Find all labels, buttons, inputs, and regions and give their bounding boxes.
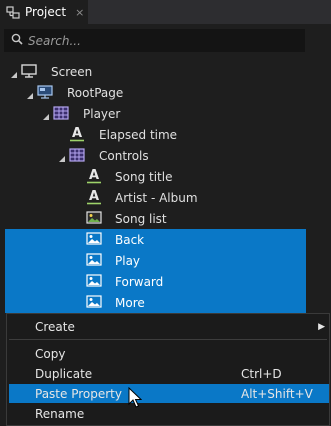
menu-item-rename[interactable]: Rename — [7, 404, 329, 423]
expanded-arrow-icon[interactable] — [26, 89, 34, 99]
text-icon: A — [86, 189, 102, 205]
expanded-arrow-icon[interactable] — [10, 68, 18, 78]
tree-item-label: More — [115, 295, 145, 310]
tree-item-label: RootPage — [67, 85, 124, 100]
submenu-arrow-icon: ▶ — [318, 321, 325, 332]
menu-item-shortcut: Alt+Shift+V — [241, 386, 313, 401]
tree-item-label: Song title — [115, 169, 173, 184]
tree-item-player[interactable]: Player — [0, 103, 331, 124]
close-icon[interactable]: × — [75, 6, 84, 19]
image-icon — [86, 253, 102, 267]
tree-item-label: Controls — [99, 148, 149, 163]
image-icon — [86, 295, 102, 309]
grid-layout-icon — [53, 106, 69, 120]
svg-text:A: A — [89, 189, 99, 204]
monitor-icon — [21, 64, 37, 78]
mouse-cursor-icon — [128, 386, 143, 409]
menu-item-create[interactable]: Create ▶ — [7, 317, 329, 336]
grid-layout-icon — [69, 148, 85, 162]
menu-item-copy[interactable]: Copy — [7, 344, 329, 363]
tree-item-forward[interactable]: Forward — [5, 271, 306, 292]
svg-text:A: A — [72, 126, 82, 141]
menu-item-label: Rename — [35, 406, 85, 421]
tree-item-artist-album[interactable]: A Artist - Album — [0, 187, 331, 208]
search-box[interactable] — [4, 29, 305, 52]
tab-project[interactable]: Project × — [0, 0, 88, 24]
menu-item-duplicate[interactable]: Duplicate Ctrl+D — [7, 364, 329, 383]
search-icon — [11, 33, 23, 48]
panel-title: Project — [25, 5, 67, 19]
menu-item-paste-property[interactable]: Paste Property Alt+Shift+V — [9, 384, 329, 403]
tree-item-back[interactable]: Back — [5, 229, 306, 250]
tree-item-label: Artist - Album — [115, 190, 198, 205]
menu-item-label: Paste Property — [35, 386, 122, 401]
tree-item-label: Song list — [115, 211, 167, 226]
tree-item-label: Play — [115, 253, 141, 268]
project-icon — [6, 5, 20, 19]
menu-item-label: Copy — [35, 346, 66, 361]
tree-item-song-title[interactable]: A Song title — [0, 166, 331, 187]
tree-item-label: Player — [83, 106, 121, 121]
expanded-arrow-icon[interactable] — [42, 110, 50, 120]
panel-tabstrip: Project × — [0, 0, 331, 24]
svg-text:A: A — [89, 168, 99, 183]
menu-item-label: Create — [35, 319, 75, 334]
tree-item-song-list[interactable]: Song list — [0, 208, 331, 229]
page-icon — [37, 85, 53, 99]
tree-item-screen[interactable]: Screen — [0, 61, 331, 82]
image-icon — [86, 211, 102, 225]
tree-item-more[interactable]: More — [5, 292, 306, 313]
tree-item-controls[interactable]: Controls — [0, 145, 331, 166]
tree-item-label: Elapsed time — [99, 127, 178, 142]
menu-item-shortcut: Ctrl+D — [241, 366, 282, 381]
tree-item-play[interactable]: Play — [5, 250, 306, 271]
expanded-arrow-icon[interactable] — [58, 152, 66, 162]
tree-item-elapsed-time[interactable]: A Elapsed time — [0, 124, 331, 145]
context-menu: Create ▶ Copy Duplicate Ctrl+D Paste Pro… — [6, 313, 330, 426]
tree-item-rootpage[interactable]: RootPage — [0, 82, 331, 103]
menu-item-label: Duplicate — [35, 366, 93, 381]
text-icon: A — [86, 168, 102, 184]
image-icon — [86, 232, 102, 246]
menu-separator — [9, 339, 327, 340]
text-icon: A — [69, 126, 85, 142]
image-icon — [86, 274, 102, 288]
tree-item-label: Back — [115, 232, 145, 247]
tree-item-label: Forward — [115, 274, 164, 289]
search-input[interactable] — [28, 33, 288, 48]
tree-item-label: Screen — [51, 64, 93, 79]
